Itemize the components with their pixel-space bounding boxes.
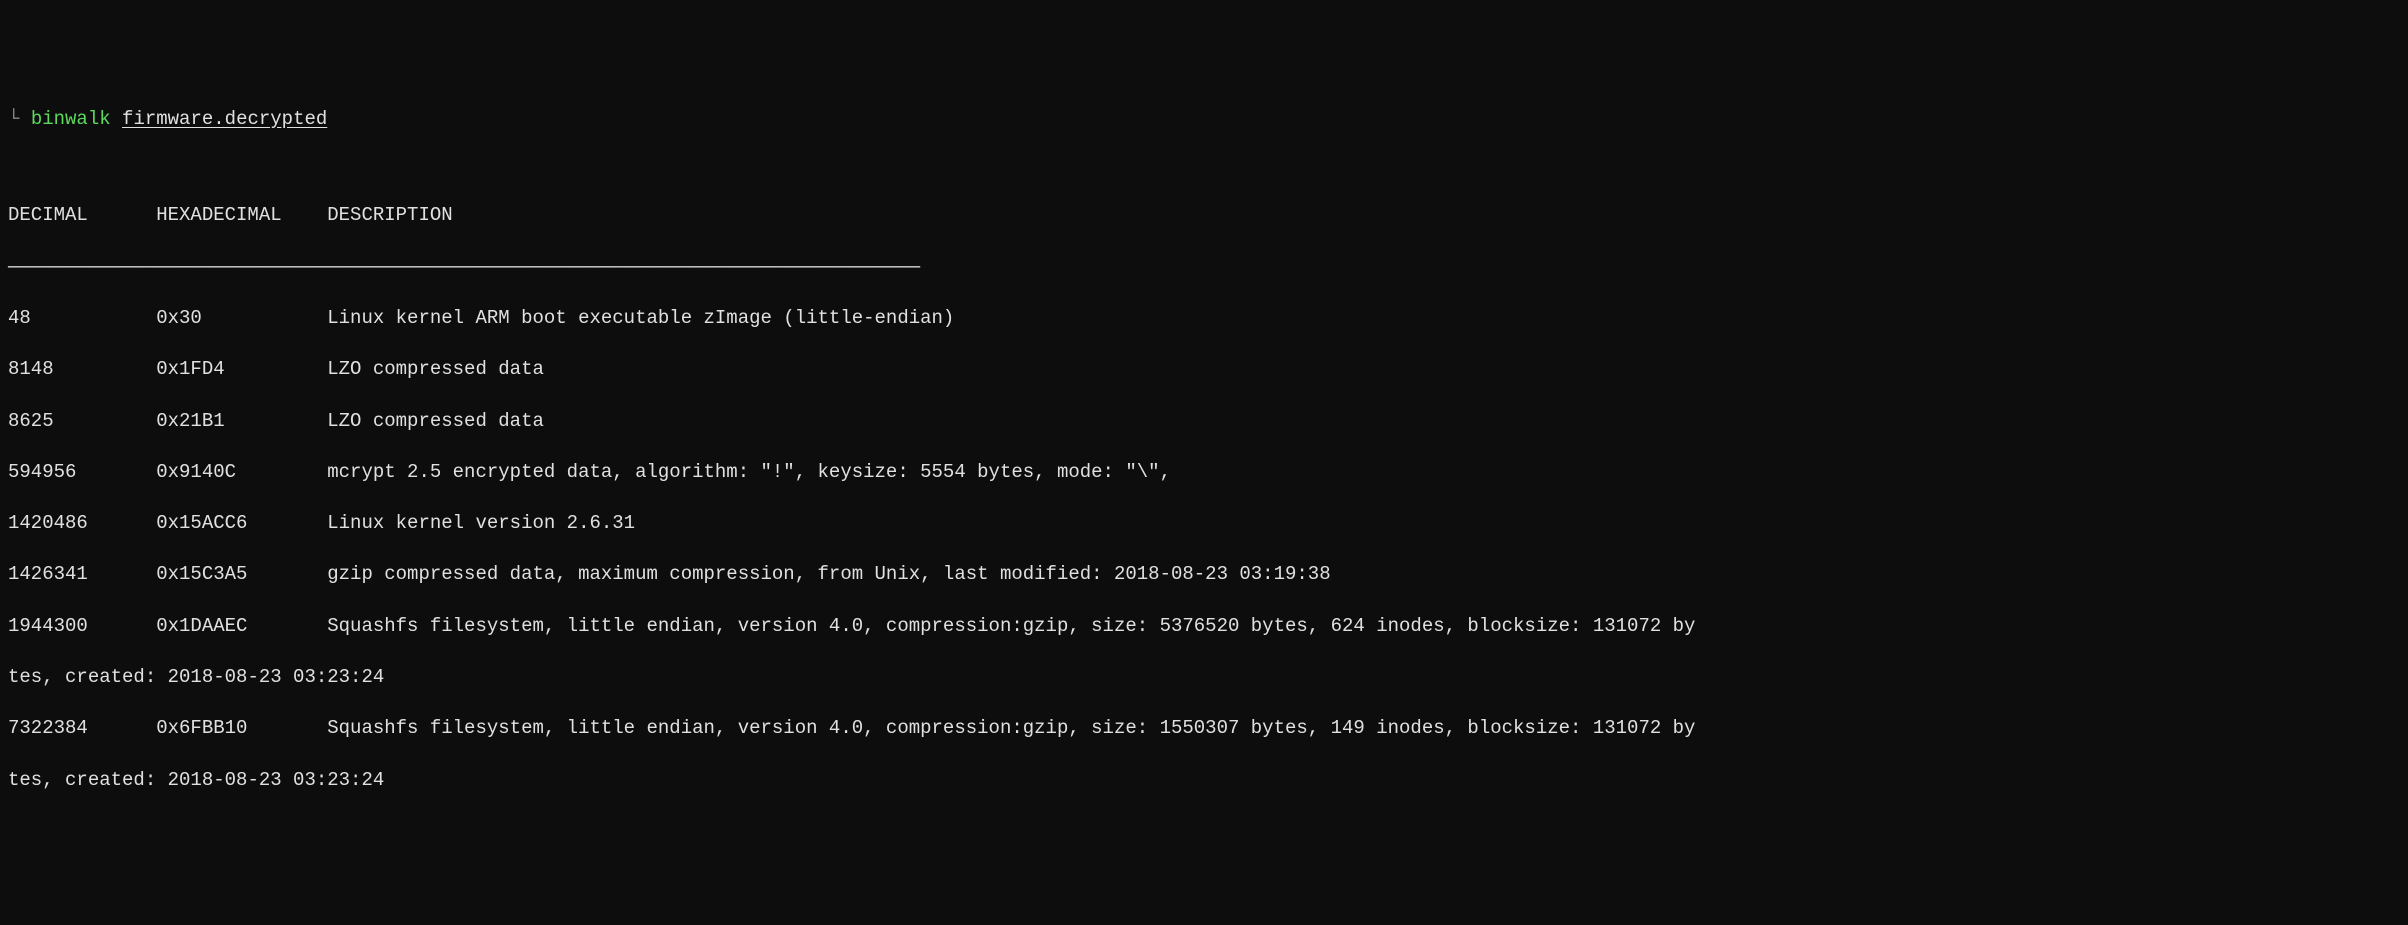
table-row: 5949560x9140Cmcrypt 2.5 encrypted data, … bbox=[8, 460, 2400, 486]
header-description: DESCRIPTION bbox=[327, 204, 452, 226]
cell-description: gzip compressed data, maximum compressio… bbox=[327, 563, 1330, 585]
cell-decimal: 8148 bbox=[8, 357, 156, 383]
cell-description: LZO compressed data bbox=[327, 410, 544, 432]
cell-description: Squashfs filesystem, little endian, vers… bbox=[327, 615, 1695, 637]
table-row: 480x30Linux kernel ARM boot executable z… bbox=[8, 306, 2400, 332]
header-decimal: DECIMAL bbox=[8, 203, 156, 229]
cell-description: LZO compressed data bbox=[327, 358, 544, 380]
cell-hex: 0x30 bbox=[156, 306, 327, 332]
cell-hex: 0x9140C bbox=[156, 460, 327, 486]
cell-hex: 0x15C3A5 bbox=[156, 562, 327, 588]
row-continuation: tes, created: 2018-08-23 03:23:24 bbox=[8, 768, 2400, 794]
cell-description: Linux kernel version 2.6.31 bbox=[327, 512, 635, 534]
command-name: binwalk bbox=[31, 108, 111, 130]
row-continuation: tes, created: 2018-08-23 03:23:24 bbox=[8, 665, 2400, 691]
table-row: 19443000x1DAAECSquashfs filesystem, litt… bbox=[8, 614, 2400, 640]
cell-decimal: 8625 bbox=[8, 409, 156, 435]
cell-hex: 0x15ACC6 bbox=[156, 511, 327, 537]
cell-decimal: 1420486 bbox=[8, 511, 156, 537]
table-row: 14263410x15C3A5gzip compressed data, max… bbox=[8, 562, 2400, 588]
cell-description: Linux kernel ARM boot executable zImage … bbox=[327, 307, 954, 329]
table-header-row: DECIMALHEXADECIMALDESCRIPTION bbox=[8, 203, 2400, 229]
header-hexadecimal: HEXADECIMAL bbox=[156, 203, 327, 229]
cell-hex: 0x6FBB10 bbox=[156, 716, 327, 742]
table-row: 73223840x6FBB10Squashfs filesystem, litt… bbox=[8, 716, 2400, 742]
cell-decimal: 48 bbox=[8, 306, 156, 332]
cell-description: mcrypt 2.5 encrypted data, algorithm: "!… bbox=[327, 461, 1171, 483]
cell-hex: 0x1DAAEC bbox=[156, 614, 327, 640]
command-prompt-line: └ binwalk firmware.decrypted bbox=[8, 107, 2400, 133]
cell-decimal: 1944300 bbox=[8, 614, 156, 640]
cell-decimal: 1426341 bbox=[8, 562, 156, 588]
cell-description: Squashfs filesystem, little endian, vers… bbox=[327, 717, 1695, 739]
cell-hex: 0x1FD4 bbox=[156, 357, 327, 383]
prompt-char: └ bbox=[8, 108, 19, 130]
cell-decimal: 594956 bbox=[8, 460, 156, 486]
cell-decimal: 7322384 bbox=[8, 716, 156, 742]
table-row: 86250x21B1LZO compressed data bbox=[8, 409, 2400, 435]
separator-line: ————————————————————————————————————————… bbox=[8, 255, 2400, 281]
table-row: 14204860x15ACC6Linux kernel version 2.6.… bbox=[8, 511, 2400, 537]
command-argument: firmware.decrypted bbox=[122, 108, 327, 130]
table-row: 81480x1FD4LZO compressed data bbox=[8, 357, 2400, 383]
cell-hex: 0x21B1 bbox=[156, 409, 327, 435]
